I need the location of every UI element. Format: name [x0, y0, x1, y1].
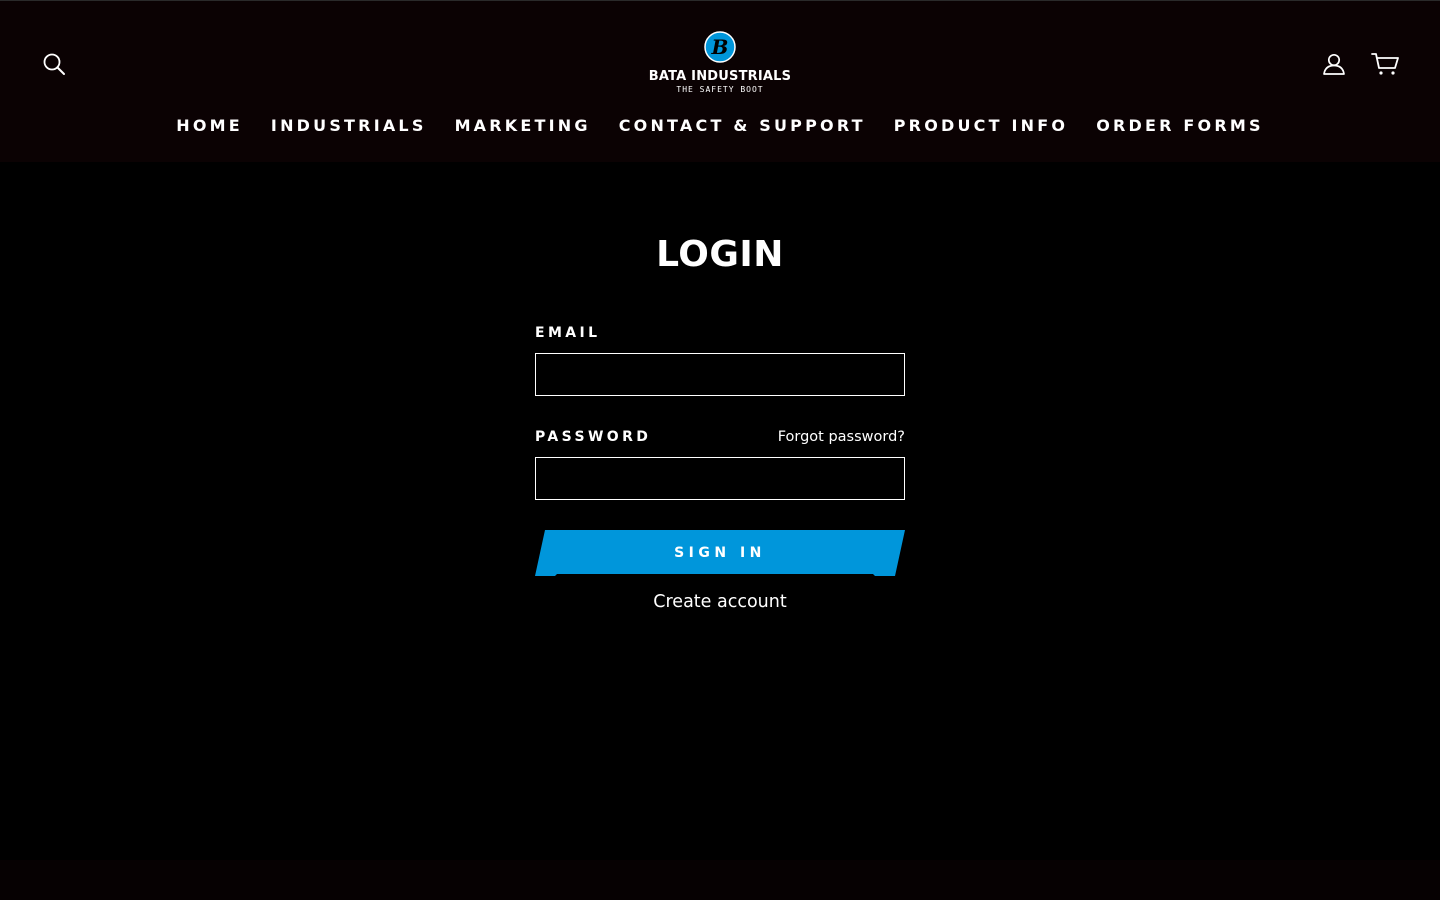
- brand-logo[interactable]: B BATA INDUSTRIALS THE SAFETY BOOT: [640, 31, 800, 99]
- site-header: B BATA INDUSTRIALS THE SAFETY BOOT HOME …: [0, 0, 1440, 162]
- cart-icon[interactable]: [1371, 49, 1401, 79]
- main-nav: HOME INDUSTRIALS MARKETING CONTACT & SUP…: [0, 111, 1440, 139]
- nav-item-contact-support[interactable]: CONTACT & SUPPORT: [619, 116, 866, 135]
- footer-strip: [0, 860, 1440, 900]
- email-field[interactable]: [535, 353, 905, 396]
- email-label: EMAIL: [535, 325, 601, 341]
- email-label-row: EMAIL: [535, 322, 905, 344]
- sign-in-button[interactable]: SIGN IN: [535, 530, 905, 576]
- password-label-row: PASSWORD Forgot password?: [535, 426, 905, 448]
- password-label: PASSWORD: [535, 429, 652, 445]
- login-form: LOGIN EMAIL PASSWORD Forgot password? SI…: [535, 230, 905, 612]
- sign-in-label: SIGN IN: [674, 545, 766, 561]
- create-account-link[interactable]: Create account: [535, 592, 905, 612]
- search-icon[interactable]: [39, 49, 69, 79]
- logo-badge-letter: B: [711, 35, 729, 59]
- page-title: LOGIN: [656, 234, 784, 275]
- brand-tagline: THE SAFETY BOOT: [676, 85, 764, 94]
- nav-item-product-info[interactable]: PRODUCT INFO: [894, 116, 1068, 135]
- nav-item-home[interactable]: HOME: [176, 116, 243, 135]
- user-icon[interactable]: [1319, 49, 1349, 79]
- nav-item-order-forms[interactable]: ORDER FORMS: [1096, 116, 1264, 135]
- logo-badge-icon: B: [704, 31, 736, 63]
- nav-item-marketing[interactable]: MARKETING: [455, 116, 591, 135]
- brand-name: BATA INDUSTRIALS: [648, 69, 792, 84]
- password-field[interactable]: [535, 457, 905, 500]
- nav-item-industrials[interactable]: INDUSTRIALS: [271, 116, 427, 135]
- forgot-password-link[interactable]: Forgot password?: [778, 429, 905, 445]
